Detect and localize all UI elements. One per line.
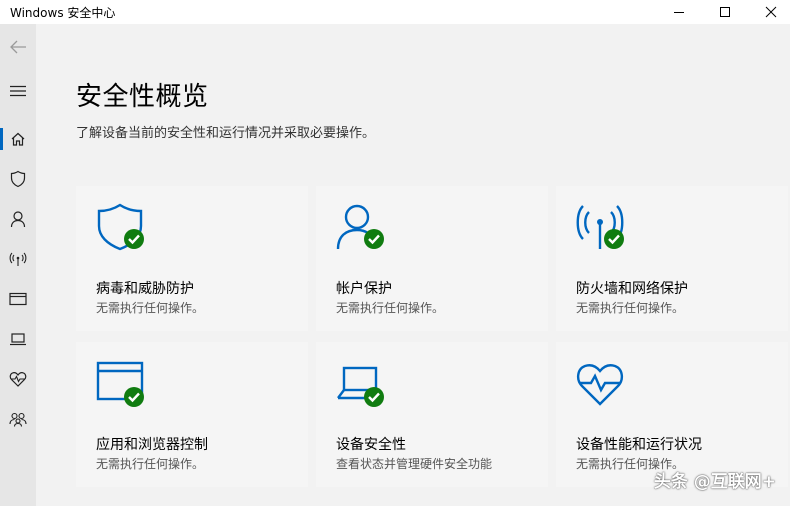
page-subtitle: 了解设备当前的安全性和运行情况并采取必要操作。 — [76, 126, 376, 141]
card-app-browser-control[interactable]: 应用和浏览器控制 无需执行任何操作。 — [76, 342, 308, 487]
antenna-check-icon — [576, 205, 624, 249]
person-icon — [10, 211, 26, 228]
nav-rail — [0, 24, 36, 506]
card-title: 设备性能和运行状况 — [576, 437, 702, 453]
hamburger-menu-button[interactable] — [0, 74, 36, 108]
card-virus-threat-protection[interactable]: 病毒和威胁防护 无需执行任何操作。 — [76, 186, 308, 331]
browser-check-icon — [96, 361, 144, 407]
browser-window-icon — [9, 292, 27, 306]
hamburger-icon — [10, 85, 26, 97]
laptop-icon — [10, 333, 26, 346]
card-status: 无需执行任何操作。 — [576, 301, 685, 315]
card-device-performance-health[interactable]: 设备性能和运行状况 无需执行任何操作。 — [556, 342, 788, 487]
card-title: 帐户保护 — [336, 281, 392, 297]
close-button[interactable] — [748, 0, 790, 24]
nav-item-home[interactable] — [0, 122, 36, 156]
back-button[interactable] — [0, 30, 36, 64]
minimize-icon — [674, 12, 684, 13]
shield-icon — [10, 170, 26, 188]
close-icon — [765, 6, 777, 18]
main-content: 安全性概览 了解设备当前的安全性和运行情况并采取必要操作。 病毒和威胁防护 无需… — [36, 24, 790, 506]
nav-item-firewall[interactable] — [0, 242, 36, 276]
person-check-icon — [336, 204, 384, 250]
nav-item-device-security[interactable] — [0, 322, 36, 356]
heart-pulse-icon — [9, 372, 27, 387]
window-title: Windows 安全中心 — [10, 6, 116, 20]
maximize-button[interactable] — [702, 0, 748, 24]
card-status: 无需执行任何操作。 — [96, 457, 205, 471]
card-status: 查看状态并管理硬件安全功能 — [336, 457, 493, 471]
family-icon — [9, 412, 27, 427]
title-bar: Windows 安全中心 — [0, 0, 790, 24]
maximize-icon — [720, 7, 730, 17]
nav-item-device-health[interactable] — [0, 362, 36, 396]
card-status: 无需执行任何操作。 — [96, 301, 205, 315]
nav-item-app-browser[interactable] — [0, 282, 36, 316]
card-title: 应用和浏览器控制 — [96, 437, 208, 453]
shield-check-icon — [97, 203, 144, 251]
nav-item-family[interactable] — [0, 402, 36, 436]
card-title: 设备安全性 — [336, 437, 406, 453]
card-title: 病毒和威胁防护 — [96, 281, 194, 297]
card-status: 无需执行任何操作。 — [336, 301, 445, 315]
home-icon — [11, 132, 25, 146]
back-arrow-icon — [10, 40, 26, 54]
card-account-protection[interactable]: 帐户保护 无需执行任何操作。 — [316, 186, 548, 331]
nav-item-account[interactable] — [0, 202, 36, 236]
card-firewall-network[interactable]: 防火墙和网络保护 无需执行任何操作。 — [556, 186, 788, 331]
antenna-icon — [9, 252, 27, 266]
page-title: 安全性概览 — [76, 82, 209, 112]
watermark: 头条 @互联网+ — [653, 472, 776, 492]
minimize-button[interactable] — [656, 0, 702, 24]
card-title: 防火墙和网络保护 — [576, 281, 688, 297]
laptop-check-icon — [337, 366, 384, 407]
nav-item-virus-protection[interactable] — [0, 162, 36, 196]
heart-pulse-icon — [577, 364, 623, 406]
card-device-security[interactable]: 设备安全性 查看状态并管理硬件安全功能 — [316, 342, 548, 487]
